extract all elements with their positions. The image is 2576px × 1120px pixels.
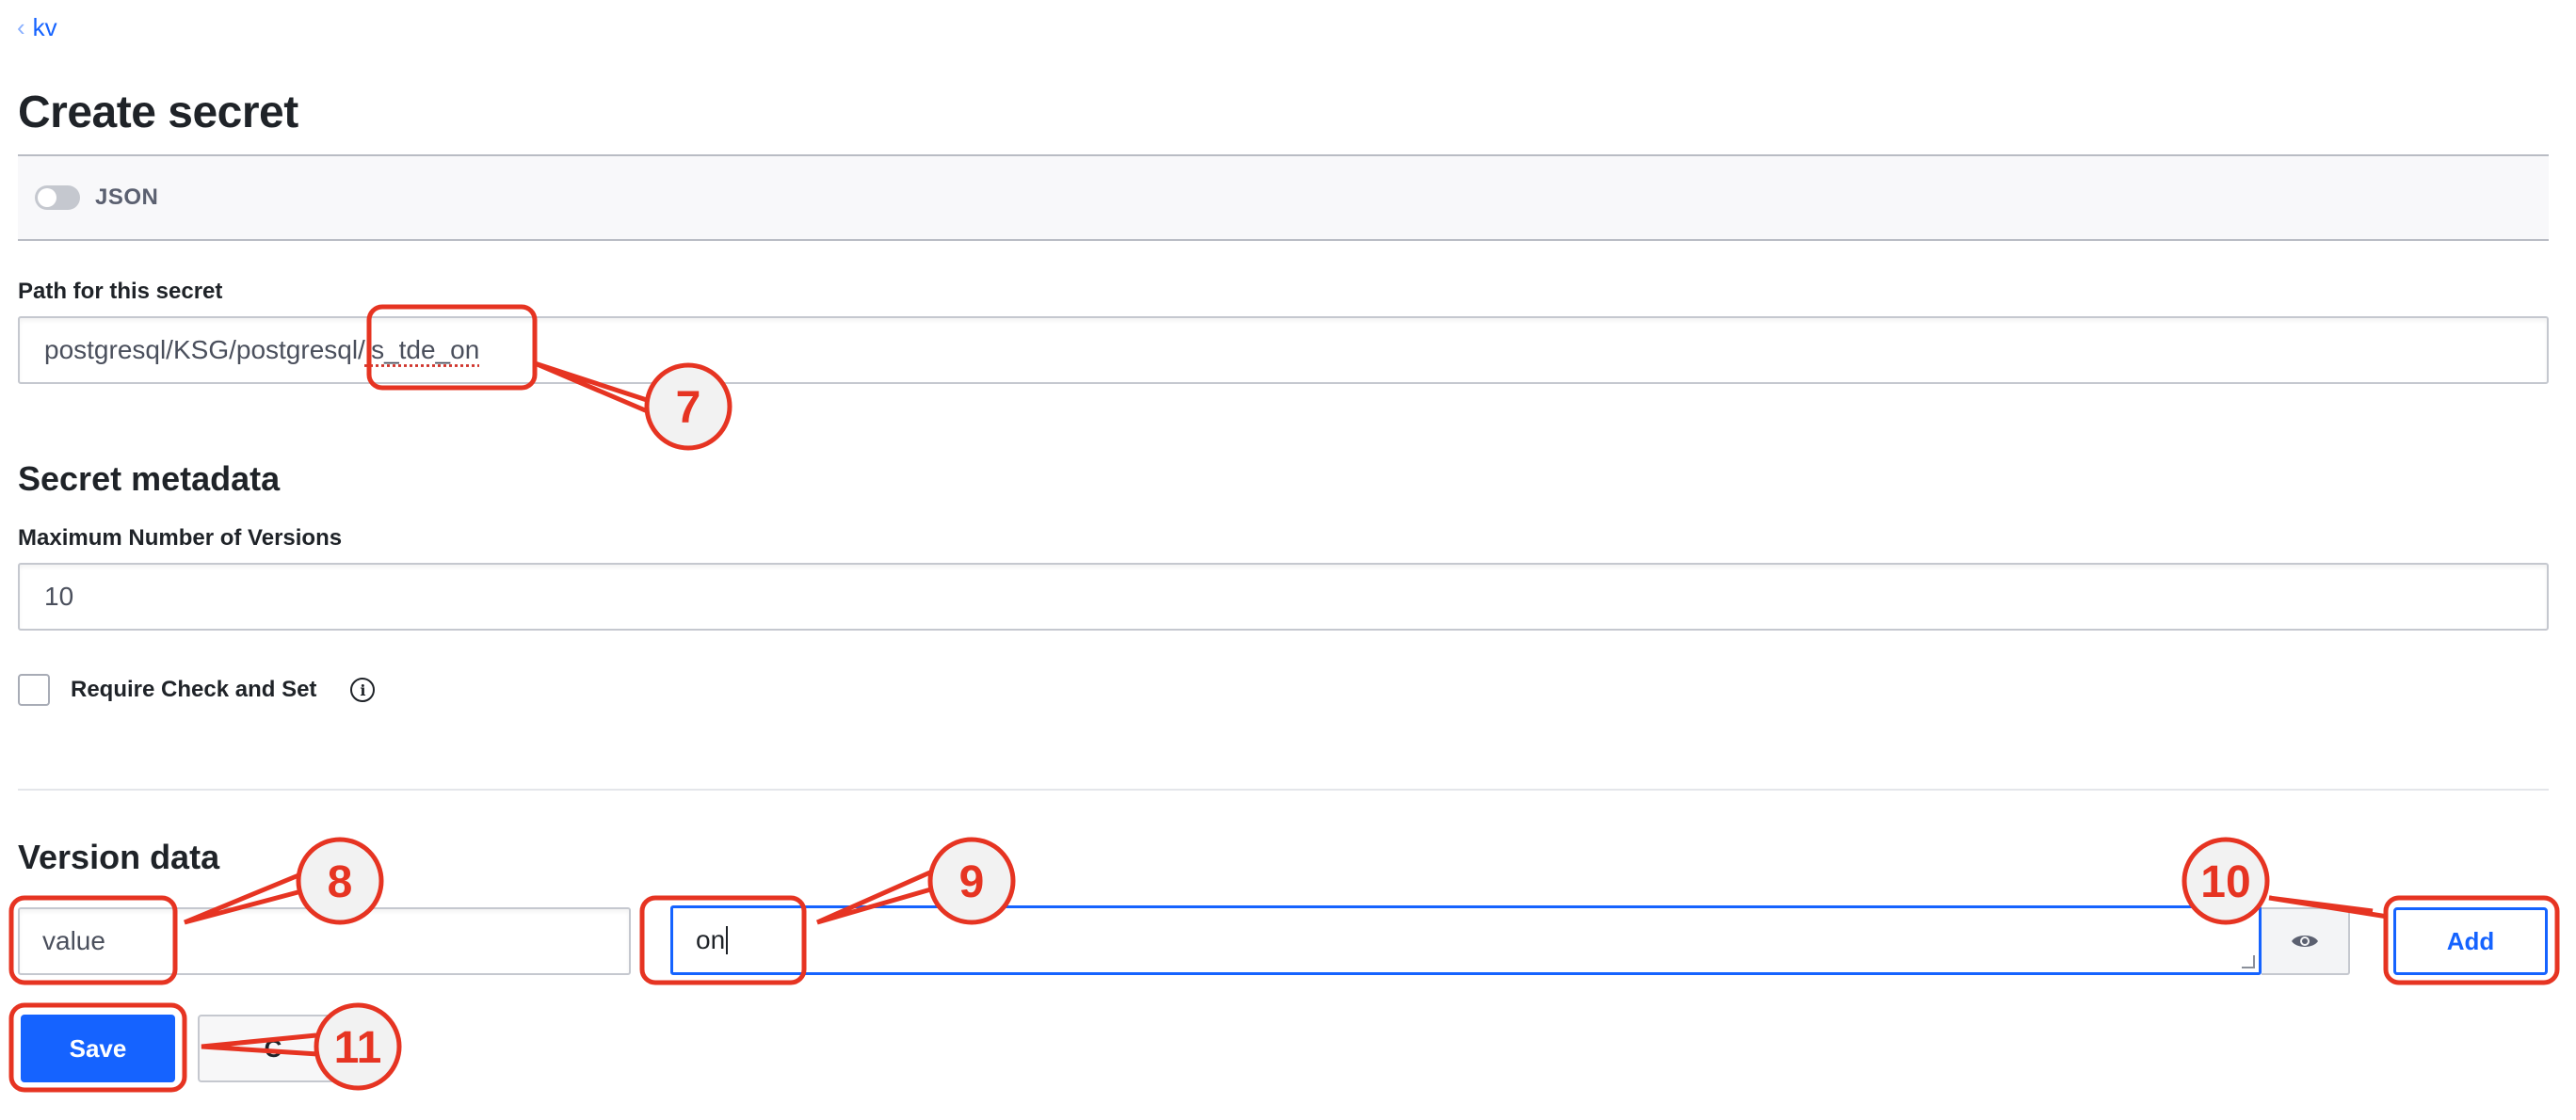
text-caret: [726, 926, 729, 954]
add-button[interactable]: Add: [2393, 907, 2548, 975]
create-secret-page: ‹ kv Create secret JSON Path for this se…: [0, 0, 2576, 1120]
annotation-number-9: 9: [959, 857, 985, 907]
version-key-value: value: [42, 926, 105, 955]
toggle-knob: [38, 188, 56, 207]
annotation-number-7: 7: [676, 383, 701, 433]
page-title: Create secret: [18, 88, 298, 137]
max-versions-value: 10: [44, 582, 74, 611]
info-icon[interactable]: i: [350, 678, 376, 702]
version-data-heading: Version data: [18, 838, 220, 876]
version-value-textarea[interactable]: on: [670, 905, 2262, 975]
cas-row: Require Check and Set i: [18, 674, 376, 706]
resize-handle[interactable]: [2242, 955, 2255, 968]
show-value-button[interactable]: [2262, 907, 2350, 975]
json-toggle[interactable]: [35, 185, 80, 210]
max-versions-label: Maximum Number of Versions: [18, 525, 343, 551]
path-input[interactable]: postgresql/KSG/postgresql/is_tde_on: [18, 316, 2549, 384]
version-key-input[interactable]: value: [18, 907, 631, 975]
path-value-suffix: is_tde_on: [364, 335, 480, 364]
path-value-prefix: postgresql/KSG/postgresql/: [44, 335, 365, 364]
breadcrumb-kv-link[interactable]: kv: [33, 13, 57, 42]
section-divider: [18, 789, 2549, 791]
cas-checkbox[interactable]: [18, 674, 50, 706]
max-versions-input[interactable]: 10: [18, 563, 2549, 631]
save-button[interactable]: Save: [21, 1015, 175, 1082]
version-value-text: on: [696, 925, 726, 954]
chevron-left-icon: ‹: [17, 13, 25, 41]
annotation-number-10: 10: [2200, 857, 2250, 907]
breadcrumb[interactable]: ‹ kv: [17, 13, 57, 42]
annotation-number-8: 8: [328, 857, 353, 907]
json-toggle-bar: JSON: [18, 154, 2549, 241]
cas-label: Require Check and Set: [71, 677, 317, 702]
secret-metadata-heading: Secret metadata: [18, 459, 281, 498]
path-label: Path for this secret: [18, 279, 223, 304]
eye-icon: [2292, 936, 2318, 947]
json-toggle-label: JSON: [95, 184, 159, 210]
cancel-button[interactable]: C: [198, 1015, 348, 1082]
